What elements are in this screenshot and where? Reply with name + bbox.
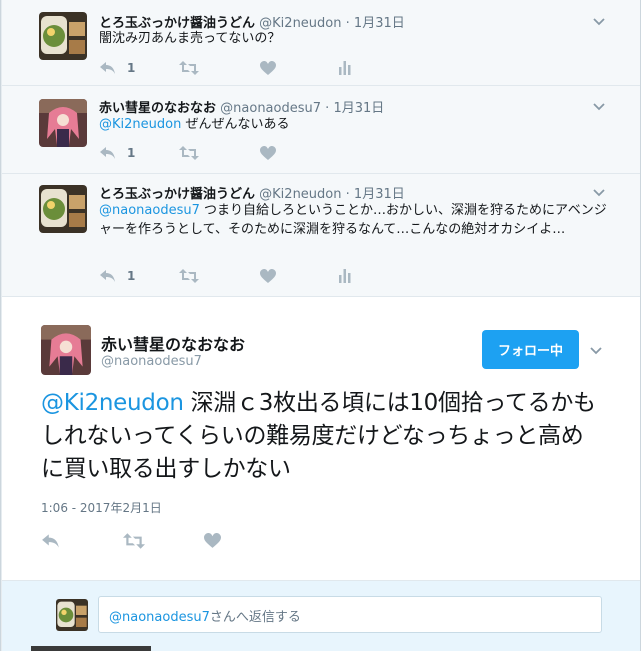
- following-button[interactable]: フォロー中: [482, 330, 579, 369]
- retweet-icon: [123, 532, 145, 550]
- context-tweet[interactable]: とろ玉ぶっかけ醤油うどん @Ki2neudon · 1月31日 @naonaod…: [2, 174, 640, 297]
- reply-count: 1: [127, 61, 136, 75]
- reply-icon: [99, 268, 117, 284]
- reply-button[interactable]: [41, 532, 61, 550]
- analytics-button[interactable]: [339, 59, 351, 77]
- tweet-text: @Ki2neudon 深淵ｃ3枚出る頃には10個拾ってるかもしれないってくらいの…: [41, 387, 601, 486]
- handle[interactable]: @naonaodesu7: [101, 354, 202, 369]
- context-tweet[interactable]: とろ玉ぶっかけ醤油うどん @Ki2neudon · 1月31日 闇沈み刃あんま売…: [2, 0, 640, 86]
- reply-icon: [41, 532, 61, 550]
- separator-dot: ·: [345, 187, 350, 202]
- handle[interactable]: @naonaodesu7: [220, 101, 321, 116]
- tweet-body: ぜんぜんないある: [181, 117, 290, 132]
- timestamp[interactable]: 1月31日: [333, 101, 384, 116]
- avatar[interactable]: [41, 325, 91, 375]
- reply-icon: [99, 60, 117, 76]
- like-button[interactable]: [260, 267, 276, 285]
- reply-input[interactable]: @naonaodesu7さんへ返信する: [98, 596, 602, 633]
- reply-button[interactable]: 1: [99, 144, 135, 162]
- handle[interactable]: @Ki2neudon: [259, 187, 341, 202]
- context-tweet[interactable]: 赤い彗星のなおなお @naonaodesu7 · 1月31日 @Ki2neudo…: [2, 86, 640, 174]
- timestamp[interactable]: 1:06 - 2017年2月1日: [41, 499, 162, 516]
- reply-button[interactable]: 1: [99, 59, 135, 77]
- display-name[interactable]: 赤い彗星のなおなお: [99, 101, 216, 116]
- reply-icon: [99, 145, 117, 161]
- mention-link[interactable]: @Ki2neudon: [41, 390, 184, 416]
- retweet-button[interactable]: [179, 59, 199, 77]
- tweet-actions: [41, 532, 241, 550]
- analytics-icon: [339, 269, 351, 283]
- tweet-body: 闇沈み刃あんま売ってないの？: [99, 31, 281, 46]
- display-name[interactable]: とろ玉ぶっかけ醤油うどん: [99, 187, 255, 202]
- chevron-down-icon[interactable]: [592, 184, 606, 198]
- tweet-text: 闇沈み刃あんま売ってないの？: [99, 29, 619, 48]
- heart-icon: [260, 60, 276, 76]
- mention-link[interactable]: @naonaodesu7: [99, 203, 200, 218]
- timestamp[interactable]: 1月31日: [354, 187, 405, 202]
- reply-count: 1: [127, 269, 136, 283]
- retweet-button[interactable]: [179, 267, 199, 285]
- tweet-text: @Ki2neudon ぜんぜんないある: [99, 115, 619, 134]
- reply-placeholder: さんへ返信する: [209, 610, 301, 625]
- reply-composer: @naonaodesu7さんへ返信する: [2, 581, 640, 651]
- separator-dot: ·: [325, 101, 330, 116]
- tweet-actions: 1: [99, 59, 359, 77]
- avatar[interactable]: [39, 12, 87, 60]
- permalink-tweet: 赤い彗星のなおなお @naonaodesu7 フォロー中 @Ki2neudon …: [2, 297, 640, 581]
- chevron-down-icon[interactable]: [592, 98, 606, 112]
- like-button[interactable]: [204, 532, 221, 550]
- reply-button[interactable]: 1: [99, 267, 135, 285]
- window-edge: [31, 646, 151, 651]
- avatar[interactable]: [39, 99, 87, 147]
- avatar: [56, 599, 88, 631]
- like-button[interactable]: [260, 144, 276, 162]
- avatar[interactable]: [39, 185, 87, 233]
- reply-count: 1: [127, 146, 136, 160]
- tweet-actions: 1: [99, 267, 359, 285]
- chevron-down-icon[interactable]: [589, 342, 603, 356]
- retweet-icon: [179, 268, 199, 284]
- tweet-actions: 1: [99, 144, 299, 162]
- analytics-icon: [339, 61, 351, 75]
- tweet-text: @naonaodesu7 つまり自給しろということか…おかしい、深淵を狩るために…: [99, 201, 619, 239]
- tweet-detail-frame: とろ玉ぶっかけ醤油うどん @Ki2neudon · 1月31日 闇沈み刃あんま売…: [0, 0, 641, 651]
- mention-link[interactable]: @Ki2neudon: [99, 117, 181, 132]
- chevron-down-icon[interactable]: [592, 13, 606, 27]
- like-button[interactable]: [260, 59, 276, 77]
- display-name[interactable]: 赤い彗星のなおなお: [101, 331, 245, 355]
- heart-icon: [204, 533, 221, 549]
- retweet-button[interactable]: [179, 144, 199, 162]
- heart-icon: [260, 145, 276, 161]
- reply-mention: @naonaodesu7: [109, 610, 210, 625]
- retweet-icon: [179, 60, 199, 76]
- retweet-icon: [179, 145, 199, 161]
- analytics-button[interactable]: [339, 267, 351, 285]
- retweet-button[interactable]: [123, 532, 145, 550]
- heart-icon: [260, 268, 276, 284]
